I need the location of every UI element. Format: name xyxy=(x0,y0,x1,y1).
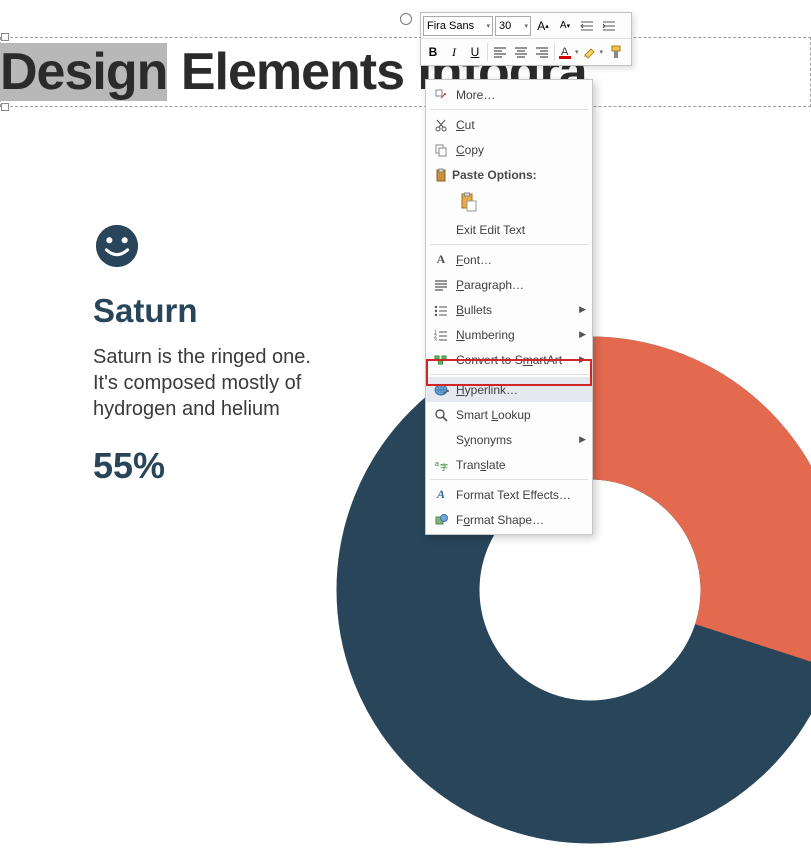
paragraph-icon xyxy=(430,279,452,291)
menu-smart-lookup[interactable]: Smart Lookup xyxy=(426,402,592,427)
menu-translate[interactable]: a字 Translate xyxy=(426,452,592,477)
cut-icon xyxy=(430,118,452,132)
translate-icon: a字 xyxy=(430,458,452,472)
menu-bullets[interactable]: Bullets ▶ xyxy=(426,297,592,322)
menu-convert-smartart[interactable]: Convert to SmartArt ▶ xyxy=(426,347,592,372)
content-percentage: 55% xyxy=(93,445,165,487)
numbering-icon: 123 xyxy=(430,329,452,341)
svg-text:字: 字 xyxy=(440,462,448,472)
underline-button[interactable]: U xyxy=(465,42,485,62)
menu-format-shape[interactable]: Format Shape… xyxy=(426,507,592,532)
content-body: Saturn is the ringed one. It's composed … xyxy=(93,344,353,422)
menu-numbering[interactable]: 123 Numbering ▶ xyxy=(426,322,592,347)
menu-cut[interactable]: Cut xyxy=(426,112,592,137)
text-effects-icon: A xyxy=(430,487,452,502)
font-size-dropdown[interactable]: 30▾ xyxy=(495,16,531,36)
italic-button[interactable]: I xyxy=(444,42,464,62)
svg-text:a: a xyxy=(435,461,439,468)
bold-button[interactable]: B xyxy=(423,42,443,62)
menu-hyperlink[interactable]: Hyperlink… xyxy=(426,377,592,402)
context-menu: More… Cut Copy Paste Options: Exit Edit … xyxy=(425,79,593,535)
bullets-icon xyxy=(430,304,452,316)
menu-synonyms[interactable]: Synonyms ▶ xyxy=(426,427,592,452)
menu-font[interactable]: A Font… xyxy=(426,247,592,272)
font-color-button[interactable]: A ▾ xyxy=(557,42,581,62)
clipboard-icon xyxy=(430,168,452,182)
format-painter-button[interactable] xyxy=(606,42,626,62)
increase-font-button[interactable]: A▴ xyxy=(533,16,553,36)
hyperlink-icon xyxy=(430,383,452,397)
decrease-indent-button[interactable] xyxy=(577,16,597,36)
align-left-button[interactable] xyxy=(490,42,510,62)
more-icon xyxy=(430,88,452,102)
paste-keep-formatting-button[interactable] xyxy=(456,189,482,215)
menu-format-text-effects[interactable]: A Format Text Effects… xyxy=(426,482,592,507)
smiley-icon xyxy=(94,223,140,269)
menu-more[interactable]: More… xyxy=(426,82,592,107)
format-shape-icon xyxy=(430,513,452,527)
menu-copy[interactable]: Copy xyxy=(426,137,592,162)
font-family-dropdown[interactable]: Fira Sans▾ xyxy=(423,16,493,36)
search-icon xyxy=(430,408,452,422)
content-heading: Saturn xyxy=(93,292,198,330)
menu-exit-edit-text[interactable]: Exit Edit Text xyxy=(426,217,592,242)
svg-text:3: 3 xyxy=(434,338,437,341)
font-icon: A xyxy=(430,252,452,267)
slide-title[interactable]: Design Elements Infogra xyxy=(0,42,811,102)
copy-icon xyxy=(430,143,452,157)
mini-toolbar: Fira Sans▾ 30▾ A▴ A▾ B I U A ▾ xyxy=(420,12,632,66)
smartart-icon xyxy=(430,354,452,366)
increase-indent-button[interactable] xyxy=(599,16,619,36)
selected-text: Design xyxy=(0,43,167,101)
menu-paragraph[interactable]: Paragraph… xyxy=(426,272,592,297)
decrease-font-button[interactable]: A▾ xyxy=(555,16,575,36)
highlight-button[interactable]: ▾ xyxy=(582,42,606,62)
menu-paste-heading: Paste Options: xyxy=(426,162,592,187)
align-right-button[interactable] xyxy=(532,42,552,62)
align-center-button[interactable] xyxy=(511,42,531,62)
